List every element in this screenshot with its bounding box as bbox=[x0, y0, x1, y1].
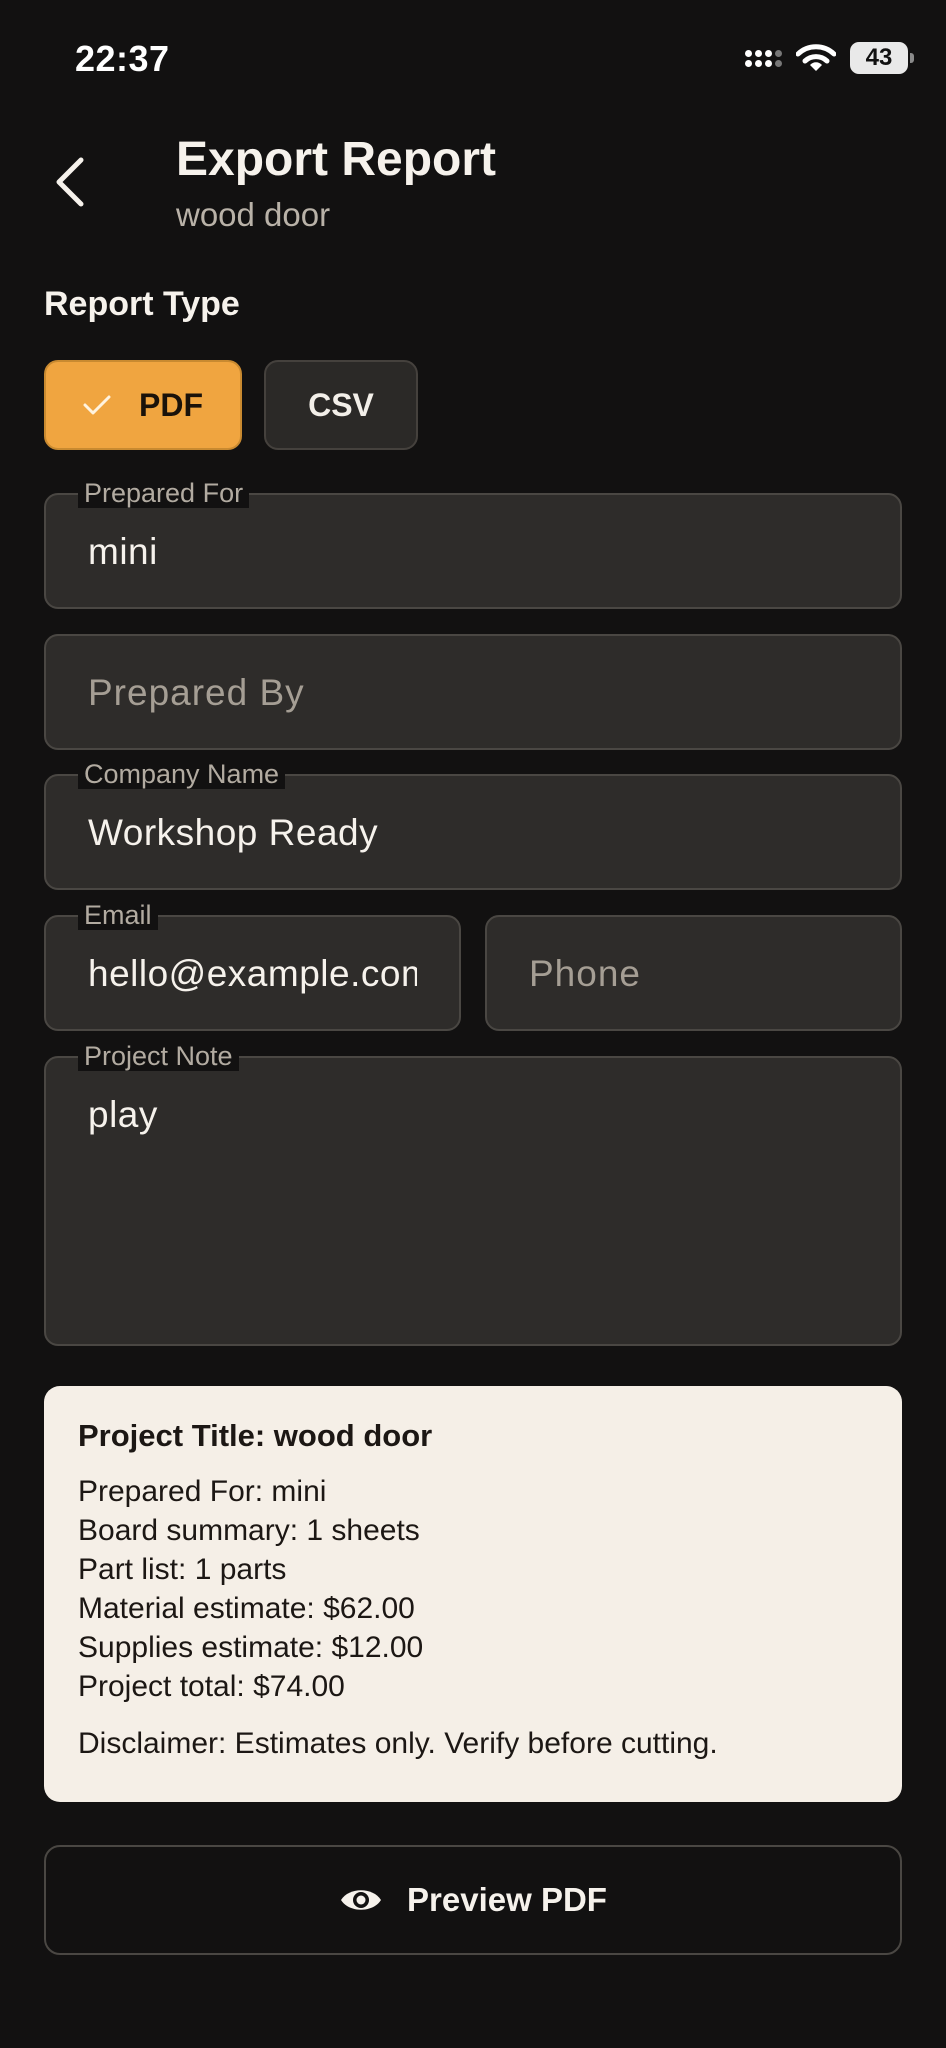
project-note-label: Project Note bbox=[78, 1041, 239, 1071]
report-preview-card: Project Title: wood door Prepared For: m… bbox=[44, 1386, 902, 1802]
export-report-screen: 22:37 43 Export Report wood door Report … bbox=[0, 0, 946, 2048]
eye-icon bbox=[341, 1890, 382, 1910]
summary-line: Part list: 1 parts bbox=[78, 1553, 287, 1586]
summary-line: Board summary: 1 sheets bbox=[78, 1514, 420, 1547]
summary-line: Material estimate: $62.00 bbox=[78, 1592, 415, 1625]
email-value: hello@example.com bbox=[88, 953, 417, 994]
battery-icon: 43 bbox=[850, 42, 914, 74]
prepared-by-placeholder: Prepared By bbox=[88, 672, 305, 713]
phone-placeholder: Phone bbox=[529, 953, 641, 994]
wifi-icon bbox=[796, 44, 836, 71]
report-type-pdf-chip[interactable]: PDF bbox=[44, 360, 242, 450]
prepared-for-label: Prepared For bbox=[78, 478, 250, 508]
report-type-pdf-label: PDF bbox=[139, 386, 203, 423]
prepared-by-field[interactable]: Prepared By bbox=[44, 634, 902, 750]
chevron-left-icon bbox=[56, 157, 84, 207]
project-note-value: play bbox=[88, 1094, 158, 1135]
company-name-value: Workshop Ready bbox=[88, 812, 379, 853]
summary-title: Project Title: wood door bbox=[78, 1418, 433, 1453]
summary-line: Prepared For: mini bbox=[78, 1475, 327, 1508]
status-icons: 43 bbox=[745, 42, 914, 74]
project-note-field[interactable]: Project Note play bbox=[44, 1041, 902, 1346]
preview-pdf-label: Preview PDF bbox=[407, 1881, 607, 1918]
status-time: 22:37 bbox=[75, 38, 170, 79]
company-name-label: Company Name bbox=[78, 759, 286, 789]
summary-line: Project total: $74.00 bbox=[78, 1670, 345, 1703]
phone-field[interactable]: Phone bbox=[485, 915, 902, 1031]
email-label: Email bbox=[78, 900, 158, 930]
company-name-field[interactable]: Company Name Workshop Ready bbox=[44, 759, 902, 890]
back-button[interactable] bbox=[42, 150, 98, 214]
prepared-for-field[interactable]: Prepared For mini bbox=[44, 478, 902, 609]
report-type-csv-chip[interactable]: CSV bbox=[264, 360, 418, 450]
email-field[interactable]: Email hello@example.com bbox=[44, 900, 461, 1031]
report-type-selector: PDF CSV bbox=[44, 360, 418, 450]
battery-level: 43 bbox=[865, 44, 893, 71]
cellular-signal-icon bbox=[745, 49, 782, 67]
page-subtitle: wood door bbox=[176, 196, 331, 233]
prepared-for-value: mini bbox=[88, 531, 158, 572]
report-type-label: Report Type bbox=[44, 285, 240, 323]
report-type-csv-label: CSV bbox=[308, 386, 374, 423]
page-title: Export Report bbox=[176, 133, 497, 186]
check-icon bbox=[83, 395, 111, 415]
preview-pdf-button[interactable]: Preview PDF bbox=[44, 1845, 902, 1955]
summary-line: Supplies estimate: $12.00 bbox=[78, 1631, 424, 1664]
summary-disclaimer: Disclaimer: Estimates only. Verify befor… bbox=[78, 1727, 718, 1760]
